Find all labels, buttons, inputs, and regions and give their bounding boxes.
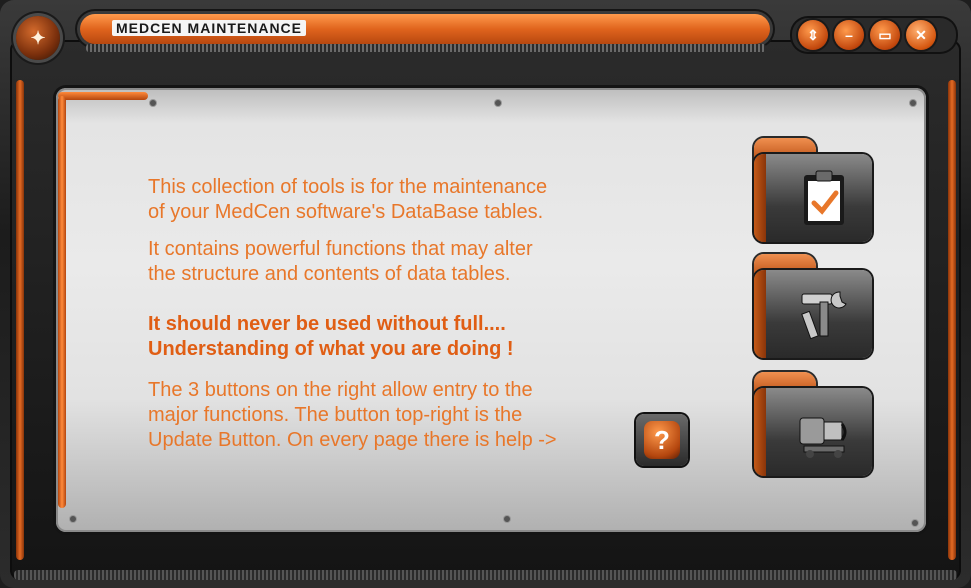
instructions-line-3: Update Button. On every page there is he… [148,429,557,451]
tools-button[interactable] [754,254,874,362]
description-line-2: the structure and contents of data table… [148,263,511,285]
title-bar[interactable]: MEDCEN MAINTENANCE [80,14,770,44]
updown-icon: ⇕ [807,26,819,43]
help-window-button[interactable]: ⇕ [798,20,828,50]
warning-paragraph: It should never be used without full....… [148,312,514,362]
screw-icon [70,516,76,522]
help-button[interactable]: ? [636,414,688,466]
minimize-icon: – [845,27,853,43]
folder-side [754,270,766,358]
maximize-button[interactable]: ▭ [870,20,900,50]
clipboard-check-icon [796,168,852,228]
right-pipe-decoration [948,80,956,560]
screw-icon [495,100,501,106]
intro-line-2: of your MedCen software's DataBase table… [148,201,544,223]
folder-side [754,388,766,476]
bottom-grille [14,570,957,580]
minimize-button[interactable]: – [834,20,864,50]
instructions-line-2: major functions. The button top-right is… [148,404,523,426]
app-logo-icon[interactable]: ✦ [16,16,60,60]
machine-button[interactable] [754,372,874,480]
description-line-1: It contains powerful functions that may … [148,238,533,260]
title-grille [86,44,766,52]
description-paragraph: It contains powerful functions that may … [148,237,533,287]
intro-paragraph: This collection of tools is for the main… [148,175,547,225]
screw-icon [912,520,918,526]
close-button[interactable]: ✕ [906,20,936,50]
warning-line-1: It should never be used without full.... [148,313,506,335]
app-window: ✦ MEDCEN MAINTENANCE ⇕ – ▭ ✕ This collec… [0,0,971,588]
window-title: MEDCEN MAINTENANCE [112,20,306,36]
close-icon: ✕ [915,26,927,43]
question-icon: ? [644,421,680,459]
panel-pipe-left [58,96,66,508]
machinery-icon [796,402,852,462]
instructions-paragraph: The 3 buttons on the right allow entry t… [148,378,557,453]
instructions-line-1: The 3 buttons on the right allow entry t… [148,379,533,401]
intro-line-1: This collection of tools is for the main… [148,176,548,198]
hammer-wrench-icon [796,284,852,344]
screw-icon [504,516,510,522]
screw-icon [150,100,156,106]
left-pipe-decoration [16,80,24,560]
folder-side [754,154,766,242]
update-button[interactable] [754,138,874,246]
screw-icon [910,100,916,106]
maximize-icon: ▭ [878,26,892,43]
panel-pipe-top [58,92,148,100]
warning-line-2: Understanding of what you are doing ! [148,338,514,360]
window-controls: ⇕ – ▭ ✕ [792,18,956,52]
